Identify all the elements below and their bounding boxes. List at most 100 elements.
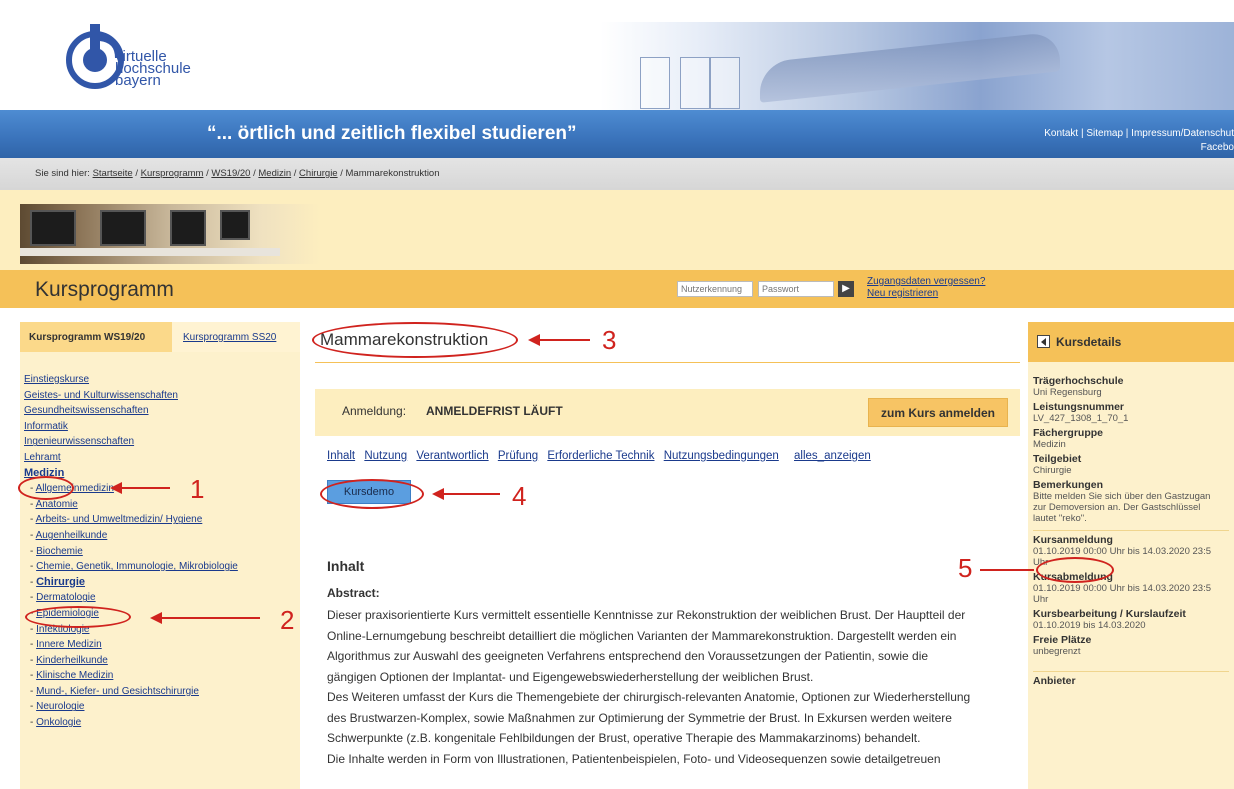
breadcrumb-ws1920[interactable]: WS19/20 (211, 168, 250, 179)
tab-alles-anzeigen[interactable]: alles_anzeigen (794, 450, 871, 462)
breadcrumb-startseite[interactable]: Startseite (93, 168, 133, 179)
tab-ss20[interactable]: Kursprogramm SS20 (172, 322, 300, 352)
photo-window (640, 57, 670, 109)
username-input[interactable] (677, 281, 753, 297)
sub-link-neurologie[interactable]: Neurologie (36, 701, 84, 712)
sub-link-anatomie[interactable]: Anatomie (36, 499, 78, 510)
vhb-logo[interactable]: virtuelle hochschule bayern (60, 18, 240, 103)
detail-value: Chirurgie (1033, 465, 1072, 476)
breadcrumb: Sie sind hier: Startseite / Kursprogramm… (0, 158, 1234, 190)
abstract-text: Dieser praxisorientierte Kurs vermittelt… (327, 605, 1020, 769)
sidebar-subitem: Biochemie (24, 544, 300, 560)
sub-link-epidemiologie[interactable]: Epidemiologie (36, 608, 99, 619)
detail-label: Teilgebiet (1033, 453, 1082, 465)
site-header: virtuelle hochschule bayern (0, 0, 1234, 110)
sidebar-link-ingenieur[interactable]: Ingenieurwissenschaften (24, 436, 134, 447)
sub-link-biochemie[interactable]: Biochemie (36, 546, 83, 557)
forgot-credentials-link[interactable]: Zugangsdaten vergessen? (867, 276, 985, 288)
detail-value: LV_427_1308_1_70_1 (1033, 413, 1129, 424)
tab-inhalt[interactable]: Inhalt (327, 450, 355, 462)
breadcrumb-prefix: Sie sind hier: (35, 168, 90, 179)
detail-label: Freie Plätze (1033, 634, 1092, 646)
title-divider (315, 362, 1020, 363)
detail-value: 01.10.2019 00:00 Uhr bis 14.03.2020 23:5 (1033, 583, 1212, 594)
details-divider (1033, 671, 1229, 672)
tab-verantwortlich[interactable]: Verantwortlich (416, 450, 488, 462)
sub-link-allgemeinmedizin[interactable]: Allgemeinmedizin (36, 483, 114, 494)
section-banner (0, 190, 1234, 270)
photo-balcony (760, 31, 1060, 103)
sidebar-subitem: Kinderheilkunde (24, 653, 300, 669)
sidebar-link-geistes[interactable]: Geistes- und Kulturwissenschaften (24, 390, 178, 401)
abstract-line: Des Weiteren umfasst der Kurs die Themen… (327, 690, 971, 704)
sidebar-subitem-active: Chirurgie (24, 575, 300, 591)
register-course-button[interactable]: zum Kurs anmelden (868, 398, 1008, 427)
sidebar-subitem: Dermatologie (24, 590, 300, 606)
breadcrumb-medizin[interactable]: Medizin (258, 168, 291, 179)
abstract-line: des Brustwarzen-Komplex, sowie Maßnahmen… (327, 710, 952, 725)
sidebar-link-einstiegskurse[interactable]: Einstiegskurse (24, 374, 89, 385)
login-submit-button[interactable]: ▶ (838, 281, 854, 297)
sidebar-subitem: Allgemeinmedizin (24, 481, 300, 497)
sidebar-link-lehramt[interactable]: Lehramt (24, 452, 61, 463)
login-links: Zugangsdaten vergessen? Neu registrieren (867, 276, 985, 300)
sub-link-augenheilkunde[interactable]: Augenheilkunde (36, 530, 108, 541)
top-links[interactable]: Kontakt | Sitemap | Impressum/Datenschut (1044, 128, 1234, 139)
sub-link-kinderheilkunde[interactable]: Kinderheilkunde (36, 655, 108, 666)
sidebar-item: Gesundheitswissenschaften (24, 403, 300, 419)
sidebar-link-informatik[interactable]: Informatik (24, 421, 68, 432)
sub-link-onkologie[interactable]: Onkologie (36, 717, 81, 728)
tab-ws1920[interactable]: Kursprogramm WS19/20 (20, 322, 172, 352)
sidebar-link-medizin[interactable]: Medizin (24, 467, 64, 479)
monitor-shape (100, 210, 146, 246)
sub-link-chirurgie[interactable]: Chirurgie (36, 576, 85, 588)
sidebar-item: Einstiegskurse (24, 372, 300, 388)
facebook-link[interactable]: Facebo (1201, 142, 1234, 153)
tab-pruefung[interactable]: Prüfung (498, 450, 538, 462)
detail-value: Uhr (1033, 557, 1049, 568)
breadcrumb-current: Mammarekonstruktion (345, 168, 440, 179)
banner-computers-photo (20, 204, 320, 264)
password-input[interactable] (758, 281, 834, 297)
detail-label: Kursanmeldung (1033, 534, 1113, 546)
abstract-line: Algorithmus zur Auswahl des geeigneten V… (327, 649, 929, 663)
sidebar-link-gesundheit[interactable]: Gesundheitswissenschaften (24, 405, 149, 416)
details-divider (1033, 530, 1229, 531)
logo-text: virtuelle hochschule bayern (115, 49, 191, 88)
photo-window (710, 57, 740, 109)
tab-nutzungsbedingungen[interactable]: Nutzungsbedingungen (664, 450, 779, 462)
details-body: Trägerhochschule Uni Regensburg Leistung… (1033, 372, 1234, 687)
sidebar-item: Informatik (24, 419, 300, 435)
sub-link-infektiologie[interactable]: Infektiologie (36, 624, 89, 635)
kursprogramm-bar: Kursprogramm ▶ Zugangsdaten vergessen? N… (0, 270, 1234, 308)
registration-box: Anmeldung: ANMELDEFRIST LÄUFT zum Kurs a… (315, 389, 1020, 436)
slogan-bar: “... örtlich und zeitlich flexibel studi… (0, 110, 1234, 158)
sub-link-mkg[interactable]: Mund-, Kiefer- und Gesichtschirurgie (36, 686, 199, 697)
tab-nutzung[interactable]: Nutzung (364, 450, 407, 462)
content-heading: Inhalt (327, 558, 365, 574)
detail-value: 01.10.2019 bis 14.03.2020 (1033, 620, 1146, 631)
detail-value: 01.10.2019 00:00 Uhr bis 14.03.2020 23:5 (1033, 546, 1212, 557)
sidebar-subitem: Anatomie (24, 497, 300, 513)
breadcrumb-chirurgie[interactable]: Chirurgie (299, 168, 338, 179)
sub-link-arbeitsmedizin[interactable]: Arbeits- und Umweltmedizin/ Hygiene (36, 514, 203, 525)
header-hero-photo (600, 22, 1234, 110)
sub-link-dermatologie[interactable]: Dermatologie (36, 592, 95, 603)
sidebar-item-active: Medizin (24, 466, 300, 482)
register-link[interactable]: Neu registrieren (867, 288, 985, 300)
desk-shape (20, 248, 280, 256)
breadcrumb-kursprogramm[interactable]: Kursprogramm (141, 168, 204, 179)
sub-link-innere-medizin[interactable]: Innere Medizin (36, 639, 102, 650)
sidebar-subitem: Onkologie (24, 715, 300, 731)
sub-link-klinische-medizin[interactable]: Klinische Medizin (36, 670, 113, 681)
sidebar-subitem: Neurologie (24, 699, 300, 715)
course-sidebar: Kursprogramm WS19/20 Kursprogramm SS20 E… (20, 322, 300, 789)
sidebar-item: Lehramt (24, 450, 300, 466)
sub-link-chemie[interactable]: Chemie, Genetik, Immunologie, Mikrobiolo… (36, 561, 238, 572)
course-demo-button[interactable]: Kursdemo (327, 480, 411, 504)
tab-technik[interactable]: Erforderliche Technik (547, 450, 654, 462)
collapse-left-icon[interactable] (1037, 335, 1050, 348)
abstract-line: Schwerpunkte (z.B. kongenitale Fehlbildu… (327, 731, 921, 745)
detail-value: unbegrenzt (1033, 646, 1081, 657)
detail-value: Medizin (1033, 439, 1066, 450)
